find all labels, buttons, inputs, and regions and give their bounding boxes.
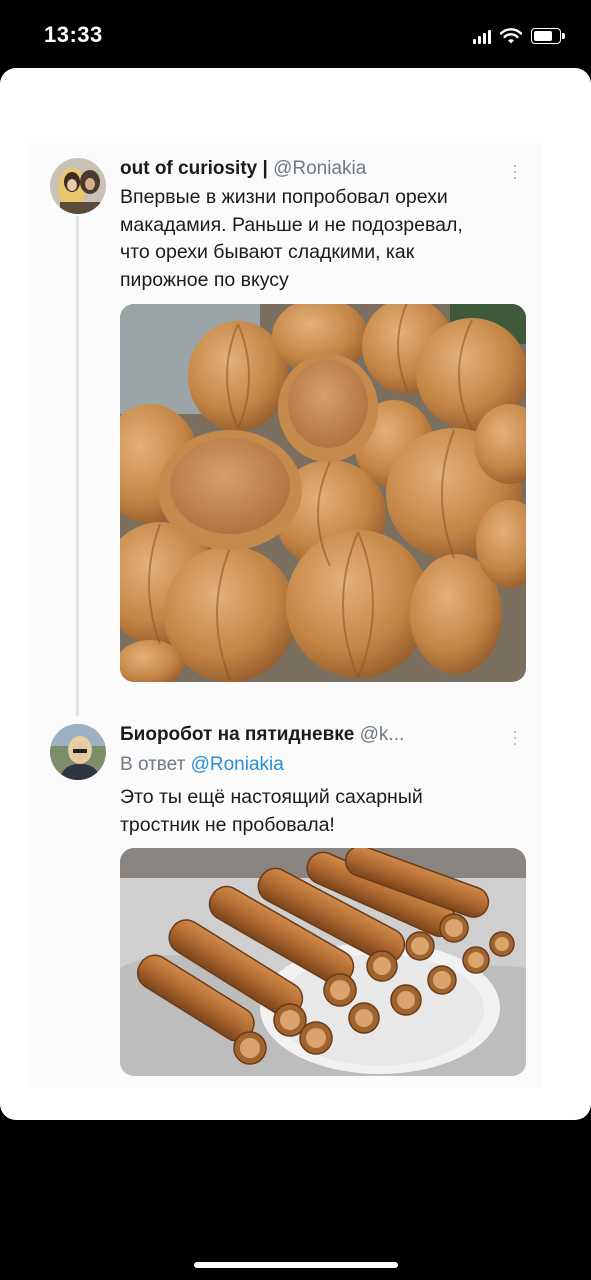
tweet-photo[interactable] (120, 304, 526, 682)
avatar[interactable] (50, 158, 106, 214)
avatar[interactable] (50, 724, 106, 780)
tweet-text-line: тростник не пробовала! (120, 813, 335, 836)
reply-to: В ответ @Roniakia (120, 754, 284, 776)
reply-prefix: В ответ (120, 754, 186, 775)
wifi-icon (500, 28, 522, 44)
tweet-text-line: Это ты ещё настоящий сахарный (120, 786, 423, 808)
thread-line (76, 216, 79, 716)
signal-icon (473, 28, 491, 44)
status-icons (473, 26, 565, 46)
battery-icon (531, 28, 565, 44)
status-bar: 13:33 (0, 0, 591, 68)
tweet-text-line: макадамия. Раньше и не подозревал, (120, 213, 463, 236)
reply-handle[interactable]: @Roniakia (191, 754, 284, 775)
status-time: 13:33 (44, 22, 103, 47)
more-options-icon[interactable]: · · · (510, 722, 520, 752)
more-options-icon[interactable]: · · · (510, 156, 520, 186)
tweet-text: Это ты ещё настоящий сахарный тростник н… (120, 784, 520, 839)
tweet-text: Впервые в жизни попробовал орехи макадам… (120, 184, 520, 294)
tweet-text-line: пирожное по вкусу (120, 268, 289, 291)
author-name[interactable]: Биоробот на пятидневке (120, 724, 354, 745)
tweet-photo[interactable] (120, 848, 526, 1076)
tweet-header: out of curiosity | @Roniakia (120, 158, 366, 180)
tweet-text-line: что орехи бывают сладкими, как (120, 241, 415, 263)
tweet-text-line: Впервые в жизни попробовал орехи (120, 186, 448, 208)
author-name[interactable]: out of curiosity | (120, 158, 268, 179)
home-indicator[interactable] (194, 1262, 398, 1268)
author-handle[interactable]: @k... (360, 724, 405, 745)
tweet-header: Биоробот на пятидневке @k... (120, 724, 404, 746)
author-handle[interactable]: @Roniakia (273, 158, 366, 179)
